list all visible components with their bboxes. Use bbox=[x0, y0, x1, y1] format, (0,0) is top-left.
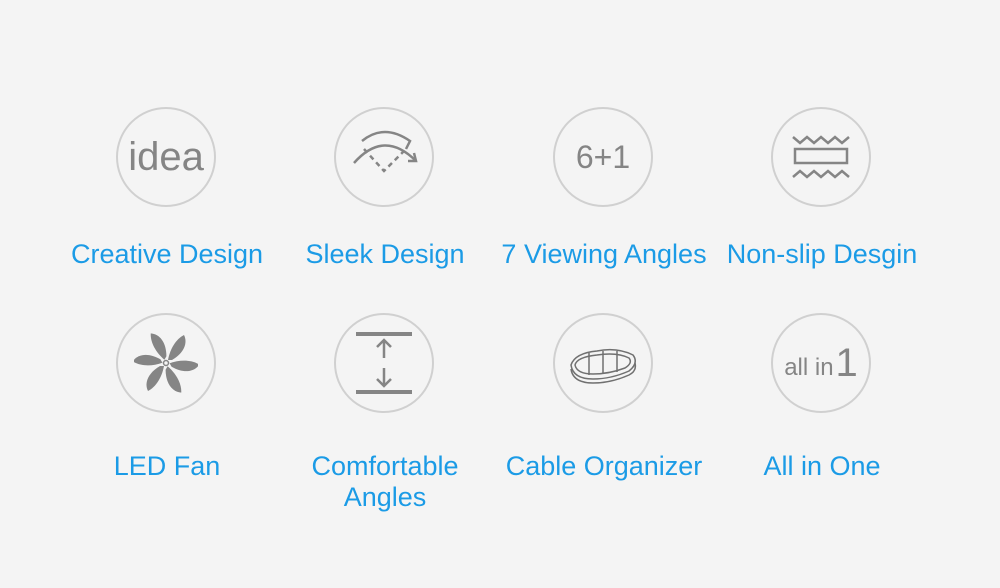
fan-icon bbox=[116, 313, 216, 413]
all-in-one-icon: all in 1 bbox=[771, 313, 871, 413]
height-adjust-arrows-icon bbox=[334, 313, 434, 413]
idea-icon: idea bbox=[116, 107, 216, 207]
non-slip-pad-icon bbox=[771, 107, 871, 207]
six-plus-one-icon: 6+1 bbox=[553, 107, 653, 207]
feature-label: All in One bbox=[763, 451, 881, 481]
feature-label: Non-slip Desgin bbox=[726, 239, 918, 269]
curved-arc-arrow-icon bbox=[334, 107, 434, 207]
cable-organizer-icon bbox=[553, 313, 653, 413]
